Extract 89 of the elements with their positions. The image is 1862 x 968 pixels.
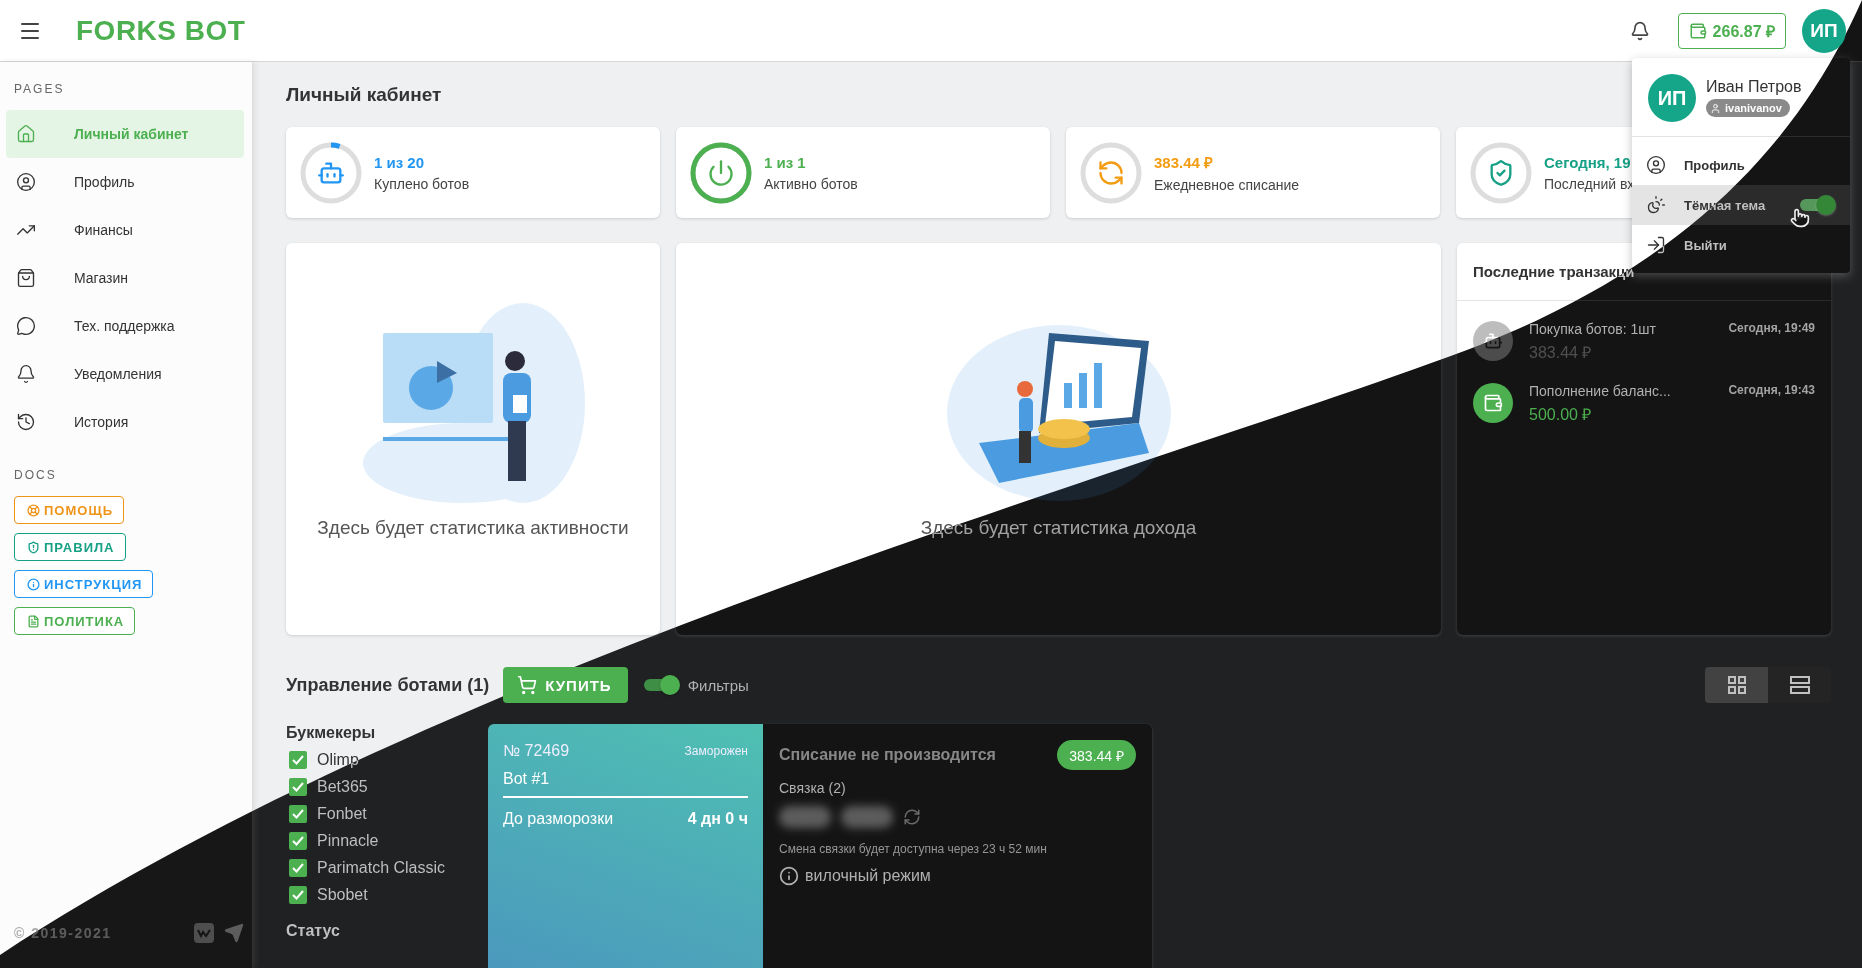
grid-view-button[interactable] [1705, 667, 1768, 703]
bot-field-label: До разморозки [503, 810, 614, 828]
sun-moon-icon [1646, 195, 1666, 215]
progress-ring [300, 141, 362, 204]
bot-number: № 72469 [503, 742, 570, 760]
document-icon [27, 614, 40, 628]
info-icon [779, 866, 799, 886]
checkbox-label: Sbobet [317, 885, 368, 904]
stat-label: Ежедневное списание [1154, 177, 1300, 193]
transaction-time: Сегодня, 19:43 [1728, 383, 1815, 397]
bot-name: Bot #1 [503, 770, 748, 798]
copyright: © 2019-2021 [14, 925, 113, 941]
grid-icon [1726, 675, 1747, 695]
progress-ring [690, 141, 752, 204]
user-name: Иван Петров [1706, 78, 1802, 97]
transaction-time: Сегодня, 19:49 [1728, 321, 1815, 335]
bot-status: Заморожен [684, 744, 748, 758]
stat-label: Активно ботов [764, 175, 858, 192]
bundle-label: Связка (2) [779, 780, 847, 796]
lifebuoy-icon [27, 503, 40, 517]
checkbox[interactable] [289, 885, 307, 904]
checkbox[interactable] [289, 804, 307, 823]
charge-note: Списание не производится [779, 746, 996, 764]
shield-icon [27, 540, 40, 554]
exit-icon [1646, 235, 1666, 255]
paper-plane-icon[interactable] [224, 923, 244, 943]
section-title: DOCS [13, 468, 58, 482]
home-icon [16, 124, 36, 144]
price-badge: 383.44 ₽ [1057, 740, 1136, 770]
transaction-title: Покупка ботов: 1шт [1529, 321, 1656, 337]
toggle-label: Фильтры [687, 676, 749, 694]
sidebar-item[interactable]: История [6, 398, 244, 446]
checkbox[interactable] [289, 831, 307, 850]
power-icon [707, 158, 735, 187]
checkbox[interactable] [289, 750, 307, 769]
stat-value: 1 из 20 [374, 153, 426, 171]
bell-icon [16, 364, 36, 384]
filter-title: Букмекеры [286, 724, 377, 743]
wallet-icon [1473, 383, 1513, 423]
chat-bubble-icon [16, 316, 36, 336]
placeholder-caption: Здесь будет статистика активности [317, 517, 629, 539]
bag-icon [16, 268, 36, 288]
checkbox-label: Parimatch Classic [317, 858, 446, 877]
sidebar-item[interactable]: Магазин [6, 254, 244, 302]
sidebar-item[interactable]: Уведомления [6, 350, 244, 398]
stat-value: 1 из 1 [764, 153, 807, 171]
section-title: PAGES [13, 82, 66, 96]
bell-icon [1629, 20, 1650, 41]
username-tag: ivanivanov [1706, 99, 1790, 118]
checkbox-label: Pinnacle [317, 831, 379, 850]
user-circle-icon [1646, 155, 1666, 175]
robot-icon [1473, 321, 1513, 361]
checkbox-label: Bet365 [317, 777, 368, 796]
avatar: ИП [1648, 74, 1696, 122]
section-title: Управление ботами (1) [286, 674, 490, 696]
user-circle-icon [16, 172, 36, 192]
swap-note: Смена связки будет доступна через 23 ч 52 мин [779, 842, 1048, 856]
page-title: Личный кабинет [286, 83, 442, 107]
progress-ring [1470, 141, 1532, 204]
logo: FORKS BOT [76, 14, 246, 47]
filter-title: Статус [286, 922, 341, 941]
stat-value: 383.44 ₽ [1154, 153, 1215, 172]
list-icon [1788, 675, 1811, 695]
list-view-button[interactable] [1768, 667, 1831, 703]
cart-icon [517, 675, 538, 695]
transaction-title: Пополнение баланс... [1529, 383, 1671, 399]
pointer-cursor-icon [1790, 208, 1810, 228]
checkbox-label: Fonbet [317, 804, 367, 823]
user-icon [1710, 102, 1721, 114]
stat-value: Сегодня, 19 [1544, 153, 1632, 171]
progress-ring [1080, 141, 1142, 204]
bot-field-value: 4 дн 0 ч [687, 810, 748, 828]
menu-item[interactable]: Профиль [1632, 145, 1850, 185]
info-icon [27, 577, 40, 591]
refresh-icon[interactable] [903, 808, 921, 826]
sidebar-item[interactable]: Тех. поддержка [6, 302, 244, 350]
mode-label: вилочный режим [805, 867, 931, 885]
checkbox[interactable] [289, 858, 307, 877]
history-icon [16, 412, 36, 432]
stat-label: Куплено ботов [374, 175, 470, 192]
sidebar-item[interactable]: Профиль [6, 158, 244, 206]
checkbox-label: Olimp [317, 750, 359, 769]
checkbox[interactable] [289, 777, 307, 796]
circular-arrows-icon [1097, 158, 1125, 187]
wallet-icon [1688, 21, 1707, 40]
menu-item[interactable]: Выйти [1632, 225, 1850, 265]
sidebar-item[interactable]: Финансы [6, 206, 244, 254]
theme-toggle[interactable] [1798, 194, 1836, 216]
transaction-amount: 500.00 ₽ [1529, 405, 1593, 425]
